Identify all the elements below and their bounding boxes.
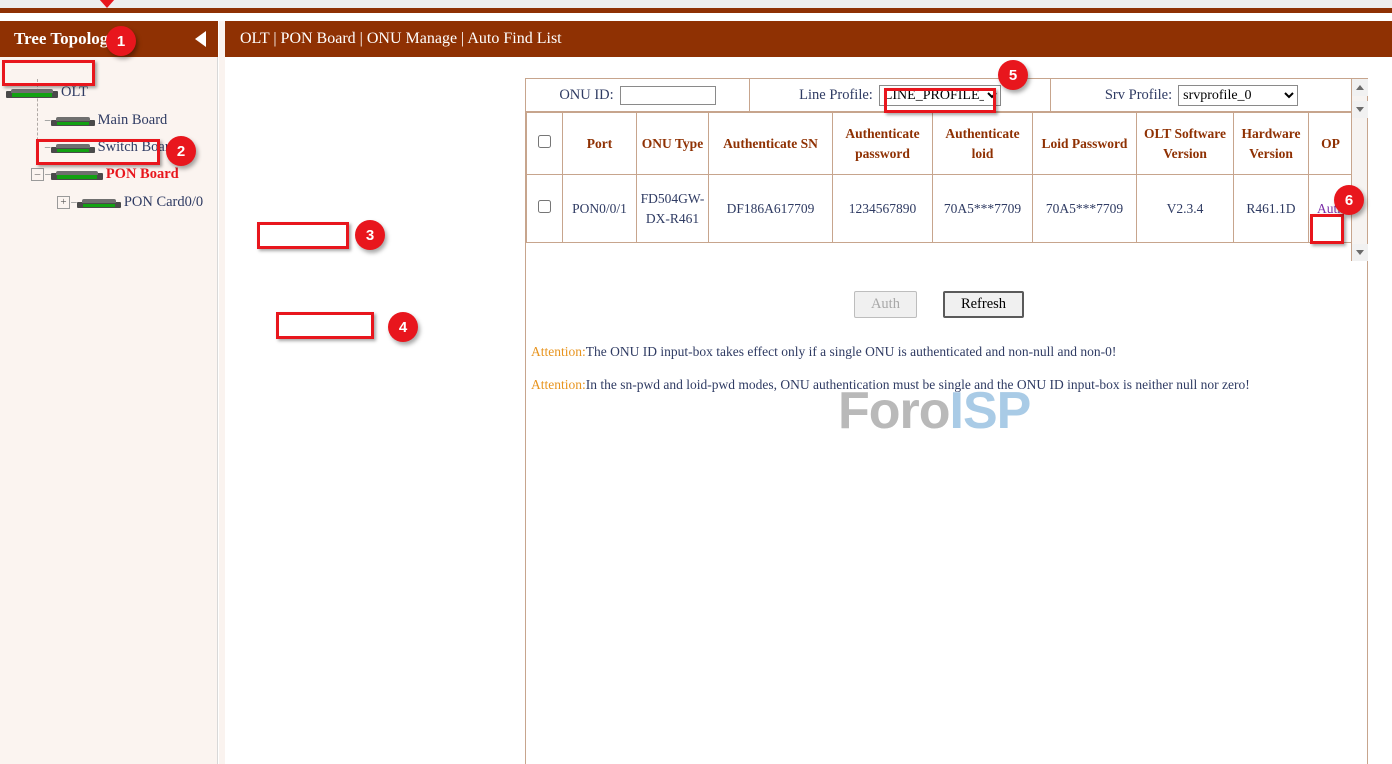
cell-loid-password: 70A5***7709 <box>1033 175 1137 243</box>
cell-olt-software-version: V2.3.4 <box>1137 175 1234 243</box>
attention-tag: Attention: <box>531 344 586 359</box>
top-gray-strip <box>0 0 1392 8</box>
tree-branch-icon: – <box>37 140 51 155</box>
attention-tag: Attention: <box>531 377 586 392</box>
tree-node-olt[interactable]: OLT <box>6 81 88 103</box>
column-header-authenticate-sn: Authenticate SN <box>709 113 833 175</box>
table-scroll-bottom-button[interactable] <box>1352 244 1368 261</box>
app-root: Tree Topology OLT – Main Board <box>0 0 1392 764</box>
cell-op: Auth <box>1309 175 1353 243</box>
column-header-authenticate-loid: Authenticate loid <box>933 113 1033 175</box>
tree-node-label: Switch Board <box>96 139 177 156</box>
column-header-op: OP <box>1309 113 1353 175</box>
auth-button[interactable]: Auth <box>854 291 917 318</box>
device-icon <box>51 168 103 180</box>
tree-node-pon-board[interactable]: – – PON Board <box>31 163 179 185</box>
tree-node-pon-card[interactable]: + – PON Card0/0 <box>57 191 203 213</box>
collapse-toggle-icon[interactable]: – <box>31 168 44 181</box>
attention-text: The ONU ID input-box takes effect only i… <box>586 344 1117 359</box>
table-row: PON0/0/1 FD504GW-DX-R461 DF186A617709 12… <box>527 175 1353 243</box>
device-icon <box>51 114 95 126</box>
tree-topology-header: Tree Topology <box>0 21 218 57</box>
tree-branch-icon: – <box>44 167 51 182</box>
select-all-checkbox[interactable] <box>538 135 551 148</box>
auto-find-table: Port ONU Type Authenticate SN Authentica… <box>526 112 1353 243</box>
tree-node-main-board[interactable]: – Main Board <box>37 109 167 131</box>
top-white-gap <box>0 13 1392 21</box>
watermark-part-2: ISP <box>950 382 1031 440</box>
tree-node-list: OLT – Main Board – Switch Board – <box>0 57 217 257</box>
onu-id-label: ONU ID: <box>559 87 613 104</box>
tree-node-switch-board[interactable]: – Switch Board <box>37 136 177 158</box>
caret-left-icon[interactable] <box>195 31 206 47</box>
cell-authenticate-loid: 70A5***7709 <box>933 175 1033 243</box>
srv-profile-select[interactable]: srvprofile_0 <box>1178 85 1298 106</box>
cell-hardware-version: R461.1D <box>1234 175 1309 243</box>
tree-node-label: OLT <box>59 84 88 101</box>
table-vertical-scrollbar[interactable] <box>1351 79 1367 261</box>
refresh-button[interactable]: Refresh <box>943 291 1024 318</box>
tree-branch-icon: – <box>37 113 51 128</box>
breadcrumb: OLT | PON Board | ONU Manage | Auto Find… <box>225 21 1392 57</box>
row-checkbox[interactable] <box>538 200 551 213</box>
action-button-row: Auth Refresh <box>526 291 1352 318</box>
srv-profile-filter-cell: Srv Profile: srvprofile_0 <box>1051 79 1352 112</box>
triangle-up-icon <box>1356 85 1364 90</box>
line-profile-filter-cell: Line Profile: LINE_PROFILE_0 <box>750 79 1051 112</box>
row-select-cell <box>527 175 563 243</box>
cell-onu-type: FD504GW-DX-R461 <box>637 175 709 243</box>
triangle-down-icon <box>1356 250 1364 255</box>
auth-link[interactable]: Auth <box>1317 201 1344 216</box>
select-all-header <box>527 113 563 175</box>
tree-topology-panel: Tree Topology OLT – Main Board <box>0 21 218 764</box>
onu-id-filter-cell: ONU ID: <box>526 79 750 112</box>
attention-note-1: Attention:The ONU ID input-box takes eff… <box>531 344 1116 360</box>
triangle-down-icon <box>1356 107 1364 112</box>
cell-authenticate-password: 1234567890 <box>833 175 933 243</box>
tree-topology-title: Tree Topology <box>14 29 117 48</box>
main-content: OLT | PON Board | ONU Manage | Auto Find… <box>225 21 1392 764</box>
red-arrow-marker-icon <box>99 0 115 8</box>
tree-branch-icon: – <box>70 195 77 210</box>
expand-toggle-icon[interactable]: + <box>57 196 70 209</box>
watermark: ForoISP <box>838 381 1030 441</box>
onu-id-input[interactable] <box>620 86 716 105</box>
watermark-part-1: Foro <box>838 382 950 440</box>
device-icon <box>51 141 95 153</box>
column-header-authenticate-password: Authenticate password <box>833 113 933 175</box>
column-header-loid-password: Loid Password <box>1033 113 1137 175</box>
cell-authenticate-sn: DF186A617709 <box>709 175 833 243</box>
cell-port: PON0/0/1 <box>563 175 637 243</box>
device-icon <box>6 86 58 98</box>
column-header-port: Port <box>563 113 637 175</box>
table-header-row: Port ONU Type Authenticate SN Authentica… <box>527 113 1353 175</box>
table-scroll-down-button[interactable] <box>1352 101 1368 118</box>
column-header-olt-software-version: OLT Software Version <box>1137 113 1234 175</box>
filter-bar: ONU ID: Line Profile: LINE_PROFILE_0 Srv… <box>526 79 1352 112</box>
srv-profile-label: Srv Profile: <box>1105 87 1172 104</box>
device-icon <box>77 196 121 208</box>
line-profile-select[interactable]: LINE_PROFILE_0 <box>879 85 1001 106</box>
tree-node-label: PON Card0/0 <box>122 194 203 211</box>
line-profile-label: Line Profile: <box>799 87 873 104</box>
column-header-onu-type: ONU Type <box>637 113 709 175</box>
table-scroll-up-button[interactable] <box>1352 79 1368 96</box>
tree-node-label: PON Board <box>104 166 179 183</box>
tree-node-label: Main Board <box>96 112 168 129</box>
column-header-hardware-version: Hardware Version <box>1234 113 1309 175</box>
